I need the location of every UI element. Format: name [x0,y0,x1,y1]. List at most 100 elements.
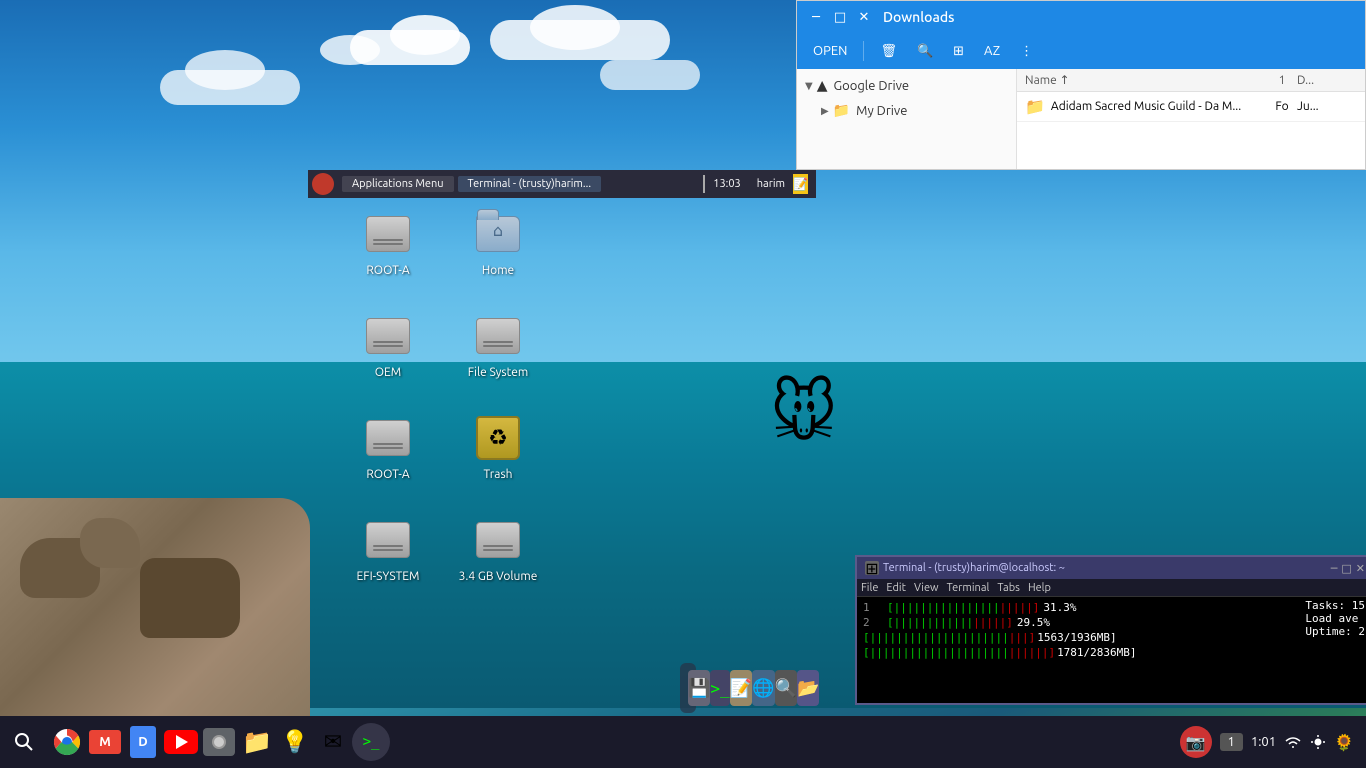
terminal-menu-edit[interactable]: Edit [886,582,906,594]
terminal-menu-tabs[interactable]: Tabs [997,582,1020,594]
dock-browser-icon[interactable]: 🌐 [752,670,774,706]
terminal-line-1: 1 [|||||||||||||||| |||||] 31.3% [863,601,1366,614]
fm-minimize-button[interactable]: ─ [805,6,827,28]
search-icon [14,732,34,752]
terminal-minimize[interactable]: ─ [1331,562,1338,575]
desktop-icon-oem[interactable]: OEM [338,307,438,384]
taskbar-gdocs-button[interactable]: D [124,723,162,761]
fm-more-button[interactable]: ⋮ [1012,40,1041,63]
oem-label: OEM [375,366,401,379]
file-manager-window: ─ □ ✕ Downloads OPEN 🗑 🔍 ⊞ AZ ⋮ [796,0,1366,170]
note-icon[interactable]: 📝 [793,174,808,194]
taskbar-files-button[interactable]: 📁 [238,723,276,761]
desktop-icon-filesystem[interactable]: File System [448,307,548,384]
efi-icon [364,516,412,564]
power-icon[interactable]: 🌻 [1334,733,1354,752]
fm-search-button[interactable]: 🔍 [909,40,941,63]
terminal-taskbar-button[interactable]: Terminal - (trusty)harim... [458,176,602,192]
dock-notes-icon[interactable]: 📝 [730,670,752,706]
terminal-line-mem1: [||||||||||||||||||||| |||] 1563/1936MB] [863,631,1366,644]
fm-titlebar: ─ □ ✕ Downloads [797,1,1365,33]
xfce-logo[interactable] [312,173,334,195]
fm-open-button[interactable]: OPEN [805,40,855,62]
fm-delete-button[interactable]: 🗑 [872,40,905,63]
screenshot-button[interactable]: 📷 [1180,726,1212,758]
terminal-window: ⊞ Terminal - (trusty)harim@localhost: ~ … [855,555,1366,705]
fm-grid-button[interactable]: ⊞ [945,40,972,63]
terminal-icon: ⊞ [865,561,879,575]
taskbar-gmail2-button[interactable]: ✉ [314,723,352,761]
username: harim [757,178,785,190]
gmail-icon: M [89,730,121,754]
grid-icon: ⊞ [953,44,964,59]
term-mem-val-2: 1781/2836MB] [1057,646,1136,659]
filesystem-icon [474,312,522,360]
terminal-titlebar: ⊞ Terminal - (trusty)harim@localhost: ~ … [857,557,1366,579]
dock-drive-icon[interactable]: 💾 [688,670,710,706]
desktop-icon-home[interactable]: Home [448,205,548,282]
google-drive-icon: ▲ [817,77,828,94]
desktop-icon-root-a-2[interactable]: ROOT-A [338,409,438,486]
taskbar-badge: 1 [1220,733,1243,751]
fm-body: ▼ ▲ Google Drive ▶ 📁 My Drive Name ↑ 1 D… [797,69,1365,169]
fm-sort-button[interactable]: AZ [976,40,1008,62]
terminal-maximize[interactable]: □ [1341,562,1351,575]
cloud-3 [600,60,700,90]
taskbar-camera-button[interactable] [200,723,238,761]
terminal-line-2: 2 [|||||||||||| |||||] 29.5% [863,616,1366,629]
desktop-icon-efi[interactable]: EFI-SYSTEM [338,511,438,588]
fm-row-cold: Ju... [1297,100,1357,113]
terminal-close[interactable]: ✕ [1356,562,1365,575]
my-drive-expand-arrow: ▶ [821,105,829,117]
fm-row-1[interactable]: 📁 Adidam Sacred Music Guild - Da M... Fo… [1017,92,1365,122]
terminal-menu-terminal[interactable]: Terminal [947,582,990,594]
taskbar-terminal-button[interactable]: >_ [352,723,390,761]
terminal-menu-view[interactable]: View [914,582,939,594]
terminal-line-mem2: [||||||||||||||||||||| ||||||] 1781/2836… [863,646,1366,659]
taskbar-right: 📷 1 1:01 🌻 [1168,726,1366,758]
trash-icon-wrap: ♻ [474,414,522,462]
taskbar-chrome-button[interactable] [48,723,86,761]
fm-sidebar-my-drive[interactable]: ▶ 📁 My Drive [797,98,1016,123]
desktop-icon-root-a-1[interactable]: ROOT-A [338,205,438,282]
keep-icon: 💡 [281,729,308,755]
taskbar-gmail-button[interactable]: M [86,723,124,761]
taskbar-keep-button[interactable]: 💡 [276,723,314,761]
fm-content-header: Name ↑ 1 D... [1017,69,1365,92]
home-icon [474,210,522,258]
fm-sidebar: ▼ ▲ Google Drive ▶ 📁 My Drive [797,69,1017,169]
terminal-menu-file[interactable]: File [861,582,878,594]
taskbar-youtube-button[interactable] [162,723,200,761]
efi-label: EFI-SYSTEM [357,570,420,583]
terminal-menubar: File Edit View Terminal Tabs Help [857,579,1366,597]
dock-files-icon[interactable]: 📂 [797,670,819,706]
gmail2-icon: ✉ [324,729,342,755]
taskbar-search-button[interactable] [4,722,44,762]
term-line-num-2: 2 [863,616,883,629]
clock: 13:03 [713,178,741,190]
fm-maximize-button[interactable]: □ [829,6,851,28]
fm-row-folder-icon: 📁 [1025,97,1045,116]
load-label: Load ave [1305,612,1365,625]
term-bar-red-1: |||||] [1000,601,1040,614]
desktop-icon-trash[interactable]: ♻ Trash [448,409,548,486]
rocks [0,498,310,718]
camera-icon [203,728,235,756]
term-pct-1: 31.3% [1043,601,1076,614]
desktop-icon-volume[interactable]: 3.4 GB Volume [448,511,548,588]
search-icon: 🔍 [917,44,933,59]
cloud-1-top [390,15,460,55]
dock-terminal-icon[interactable]: >_ [710,670,729,706]
term-bar-2: [|||||||||||| [887,616,973,629]
terminal-menu-help[interactable]: Help [1028,582,1051,594]
google-drive-expand-arrow: ▼ [805,80,813,92]
dock-search-icon[interactable]: 🔍 [775,670,797,706]
fm-sidebar-google-drive[interactable]: ▼ ▲ Google Drive [797,73,1016,98]
chrome-icon [53,728,81,756]
fm-close-button[interactable]: ✕ [853,6,875,28]
my-drive-folder-icon: 📁 [833,102,850,119]
time-area: 13:03 👤 harim 📝 [800,170,816,198]
applications-menu-button[interactable]: Applications Menu [342,176,454,192]
desktop-icons-grid: ROOT-A Home OEM File System [328,195,558,598]
oem-icon [364,312,412,360]
